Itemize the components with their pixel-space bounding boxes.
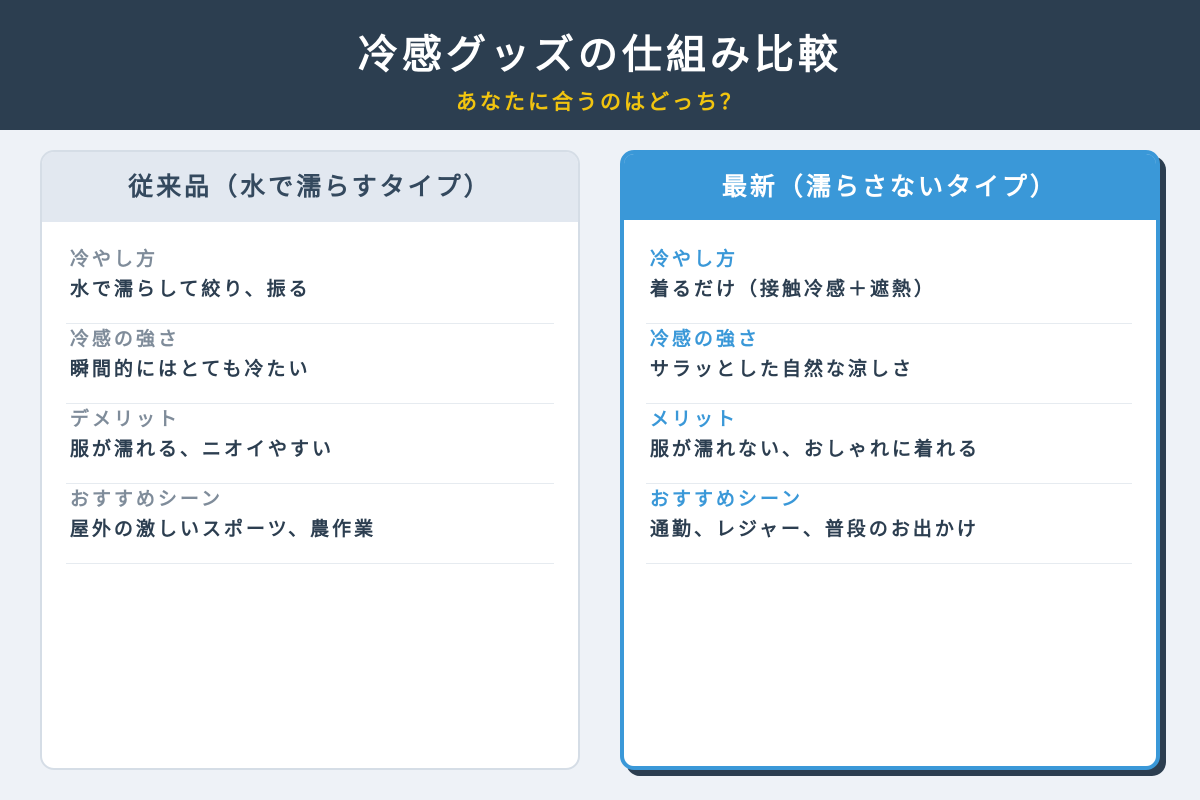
- row-label: 冷やし方: [650, 248, 739, 270]
- conventional-card: 従来品（水で濡らすタイプ） 冷やし方 水で濡らして絞り、振る 冷感の強さ 瞬間的…: [40, 150, 580, 770]
- row-label: おすすめシーン: [650, 488, 804, 510]
- conventional-card-title: 従来品（水で濡らすタイプ）: [42, 152, 578, 222]
- row-label: 冷感の強さ: [650, 328, 761, 350]
- page-header: 冷感グッズの仕組み比較 あなたに合うのはどっち？: [0, 0, 1200, 130]
- row-value: 服が濡れない、おしゃれに着れる: [650, 438, 981, 460]
- latest-card-title: 最新（濡らさないタイプ）: [624, 154, 1156, 220]
- latest-row-cooling-method: 冷やし方 着るだけ（接触冷感＋遮熱）: [646, 244, 1132, 324]
- row-value: 屋外の激しいスポーツ、農作業: [70, 518, 377, 540]
- page-subtitle: あなたに合うのはどっち？: [456, 90, 744, 114]
- row-label: おすすめシーン: [70, 488, 224, 510]
- latest-card: 最新（濡らさないタイプ） 冷やし方 着るだけ（接触冷感＋遮熱） 冷感の強さ サラ…: [620, 150, 1160, 770]
- page-title: 冷感グッズの仕組み比較: [358, 32, 842, 78]
- row-value: サラッとした自然な涼しさ: [650, 358, 915, 380]
- row-label: デメリット: [70, 408, 181, 430]
- latest-row-recommended-scene: おすすめシーン 通勤、レジャー、普段のお出かけ: [646, 484, 1132, 564]
- conventional-row-demerit: デメリット 服が濡れる、ニオイやすい: [66, 404, 554, 484]
- row-value: 瞬間的にはとても冷たい: [70, 358, 311, 380]
- row-label: 冷感の強さ: [70, 328, 181, 350]
- row-value: 通勤、レジャー、普段のお出かけ: [650, 518, 979, 540]
- row-label: メリット: [650, 408, 739, 430]
- row-value: 着るだけ（接触冷感＋遮熱）: [650, 278, 937, 300]
- conventional-row-cooling-strength: 冷感の強さ 瞬間的にはとても冷たい: [66, 324, 554, 404]
- latest-row-merit: メリット 服が濡れない、おしゃれに着れる: [646, 404, 1132, 484]
- conventional-row-recommended-scene: おすすめシーン 屋外の激しいスポーツ、農作業: [66, 484, 554, 564]
- conventional-row-cooling-method: 冷やし方 水で濡らして絞り、振る: [66, 244, 554, 324]
- row-value: 水で濡らして絞り、振る: [70, 278, 311, 300]
- conventional-card-rows: 冷やし方 水で濡らして絞り、振る 冷感の強さ 瞬間的にはとても冷たい デメリット…: [42, 222, 578, 564]
- row-label: 冷やし方: [70, 248, 159, 270]
- latest-row-cooling-strength: 冷感の強さ サラッとした自然な涼しさ: [646, 324, 1132, 404]
- row-value: 服が濡れる、ニオイやすい: [70, 438, 335, 460]
- latest-card-rows: 冷やし方 着るだけ（接触冷感＋遮熱） 冷感の強さ サラッとした自然な涼しさ メリ…: [624, 220, 1156, 564]
